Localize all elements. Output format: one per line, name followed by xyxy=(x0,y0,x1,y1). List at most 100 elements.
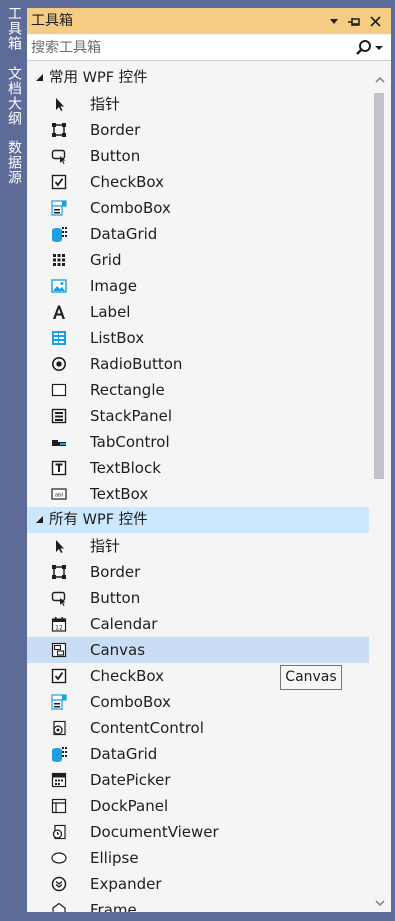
toolbox-item[interactable]: DockPanel xyxy=(27,793,369,819)
toolbox-item-label: Button xyxy=(90,147,141,165)
toolbox-item[interactable]: Border xyxy=(27,559,369,585)
toolbox-item-label: Border xyxy=(90,121,141,139)
datagrid-icon xyxy=(52,747,67,762)
toolbox-item[interactable]: ContentControl xyxy=(27,715,369,741)
ellipse-icon xyxy=(51,852,67,864)
toolbox-item-label: TextBlock xyxy=(90,459,161,477)
toolbox-item[interactable]: ComboBox xyxy=(27,689,369,715)
toolbox-item-label: ComboBox xyxy=(90,693,171,711)
pin-icon xyxy=(348,18,360,26)
canvas-icon xyxy=(51,642,67,658)
collapse-triangle-icon[interactable] xyxy=(33,507,45,533)
toolbox-item[interactable]: StackPanel xyxy=(27,403,369,429)
pointer-icon xyxy=(56,540,64,553)
toolbox-item-label: CheckBox xyxy=(90,173,165,191)
panel-title: 工具箱 xyxy=(31,13,73,29)
toolbox-item[interactable]: TabControl xyxy=(27,429,369,455)
group-header-label: 常用 WPF 控件 xyxy=(49,70,148,86)
calendar-icon: 12 xyxy=(51,617,67,632)
toolbox-item[interactable]: Grid xyxy=(27,247,369,273)
toolbox-item[interactable]: 指针 xyxy=(27,91,369,117)
tooltip: Canvas xyxy=(280,665,342,690)
toolbox-item[interactable]: DocumentViewer xyxy=(27,819,369,845)
side-tab-data-sources[interactable]: 数据源 xyxy=(5,140,23,185)
toolbox-panel: 工具箱 常用 WPF 控件指针 Border Button CheckBox Combo… xyxy=(27,8,391,912)
toolbox-item-label: Border xyxy=(90,563,141,581)
textbox-icon: abl xyxy=(51,488,67,500)
toolbox-item-label: DockPanel xyxy=(90,797,169,815)
datepicker-icon xyxy=(51,772,67,788)
toolbox-item[interactable]: Button xyxy=(27,585,369,611)
toolbox-item-label: Grid xyxy=(90,251,122,269)
tabcontrol-icon xyxy=(52,440,66,446)
checkbox-icon xyxy=(51,668,67,684)
toolbox-item-label: Rectangle xyxy=(90,381,165,399)
border-icon xyxy=(52,123,66,137)
toolbox-item[interactable]: Expander xyxy=(27,871,369,897)
toolbox-item[interactable]: abl TextBox xyxy=(27,481,369,507)
toolbox-item[interactable]: CheckBox xyxy=(27,169,369,195)
toolbox-item[interactable]: DataGrid xyxy=(27,221,369,247)
toolbox-item[interactable]: Button xyxy=(27,143,369,169)
grid-icon xyxy=(53,254,65,266)
side-tab-strip: 工具箱 文档大纲 数据源 xyxy=(0,0,27,921)
button-icon xyxy=(51,591,66,606)
vertical-scrollbar[interactable] xyxy=(369,65,391,912)
datagrid-icon xyxy=(52,227,67,242)
window-options-dropdown-button[interactable] xyxy=(325,11,343,31)
scroll-down-arrow-icon[interactable] xyxy=(375,898,385,908)
expander-icon xyxy=(51,876,67,892)
combobox-icon xyxy=(51,694,67,710)
toolbox-item[interactable]: 12 Calendar xyxy=(27,611,369,637)
frame-icon xyxy=(52,902,66,912)
toolbox-item-label: StackPanel xyxy=(90,407,172,425)
toolbox-item-label: Label xyxy=(90,303,131,321)
toolbox-item[interactable]: Rectangle xyxy=(27,377,369,403)
search-icon xyxy=(356,40,383,55)
side-tab-document-outline[interactable]: 文档大纲 xyxy=(5,66,23,126)
toolbox-item[interactable]: Ellipse xyxy=(27,845,369,871)
svg-text:12: 12 xyxy=(55,625,63,632)
toolbox-item[interactable]: ListBox xyxy=(27,325,369,351)
side-tab-toolbox[interactable]: 工具箱 xyxy=(5,6,23,51)
toolbox-item[interactable]: DataGrid xyxy=(27,741,369,767)
radiobutton-icon xyxy=(52,357,66,371)
search-button[interactable] xyxy=(353,37,387,59)
label-icon xyxy=(53,305,65,319)
toolbox-item[interactable]: Border xyxy=(27,117,369,143)
toolbox-item[interactable]: 指针 xyxy=(27,533,369,559)
toolbox-item[interactable]: Canvas xyxy=(27,637,369,663)
toolbox-item-label: Button xyxy=(90,589,141,607)
toolbox-item-label: Calendar xyxy=(90,615,158,633)
toolbox-item[interactable]: RadioButton xyxy=(27,351,369,377)
scroll-up-arrow-icon[interactable] xyxy=(375,75,385,85)
toolbox-item-label: Image xyxy=(90,277,137,295)
stackpanel-icon xyxy=(51,408,67,424)
toolbox-item-label: TextBox xyxy=(90,485,149,503)
toolbox-item[interactable]: ComboBox xyxy=(27,195,369,221)
group-header[interactable]: 所有 WPF 控件 xyxy=(27,507,369,533)
image-icon xyxy=(51,279,67,293)
close-button[interactable] xyxy=(366,11,384,31)
scrollbar-thumb[interactable] xyxy=(374,93,384,479)
toolbox-item-label: ListBox xyxy=(90,329,145,347)
toolbox-item-label: TabControl xyxy=(90,433,170,451)
group-header-label: 所有 WPF 控件 xyxy=(49,512,148,528)
toolbox-item[interactable]: Frame xyxy=(27,897,369,912)
toolbox-item[interactable]: Image xyxy=(27,273,369,299)
toolbox-item[interactable]: Label xyxy=(27,299,369,325)
toolbox-item-label: Expander xyxy=(90,875,162,893)
collapse-triangle-icon[interactable] xyxy=(33,65,45,91)
auto-hide-pin-button[interactable] xyxy=(345,11,363,31)
textblock-icon xyxy=(51,460,67,476)
toolbox-item[interactable]: DatePicker xyxy=(27,767,369,793)
toolbox-item-label: DataGrid xyxy=(90,745,158,763)
toolbox-item-label: CheckBox xyxy=(90,667,165,685)
toolbox-item[interactable]: TextBlock xyxy=(27,455,369,481)
search-input[interactable] xyxy=(31,38,341,57)
documentviewer-icon xyxy=(52,824,66,840)
contentcontrol-icon xyxy=(53,720,66,736)
border-icon xyxy=(52,565,66,579)
group-header[interactable]: 常用 WPF 控件 xyxy=(27,65,369,91)
toolbox-item-label: ContentControl xyxy=(90,719,204,737)
